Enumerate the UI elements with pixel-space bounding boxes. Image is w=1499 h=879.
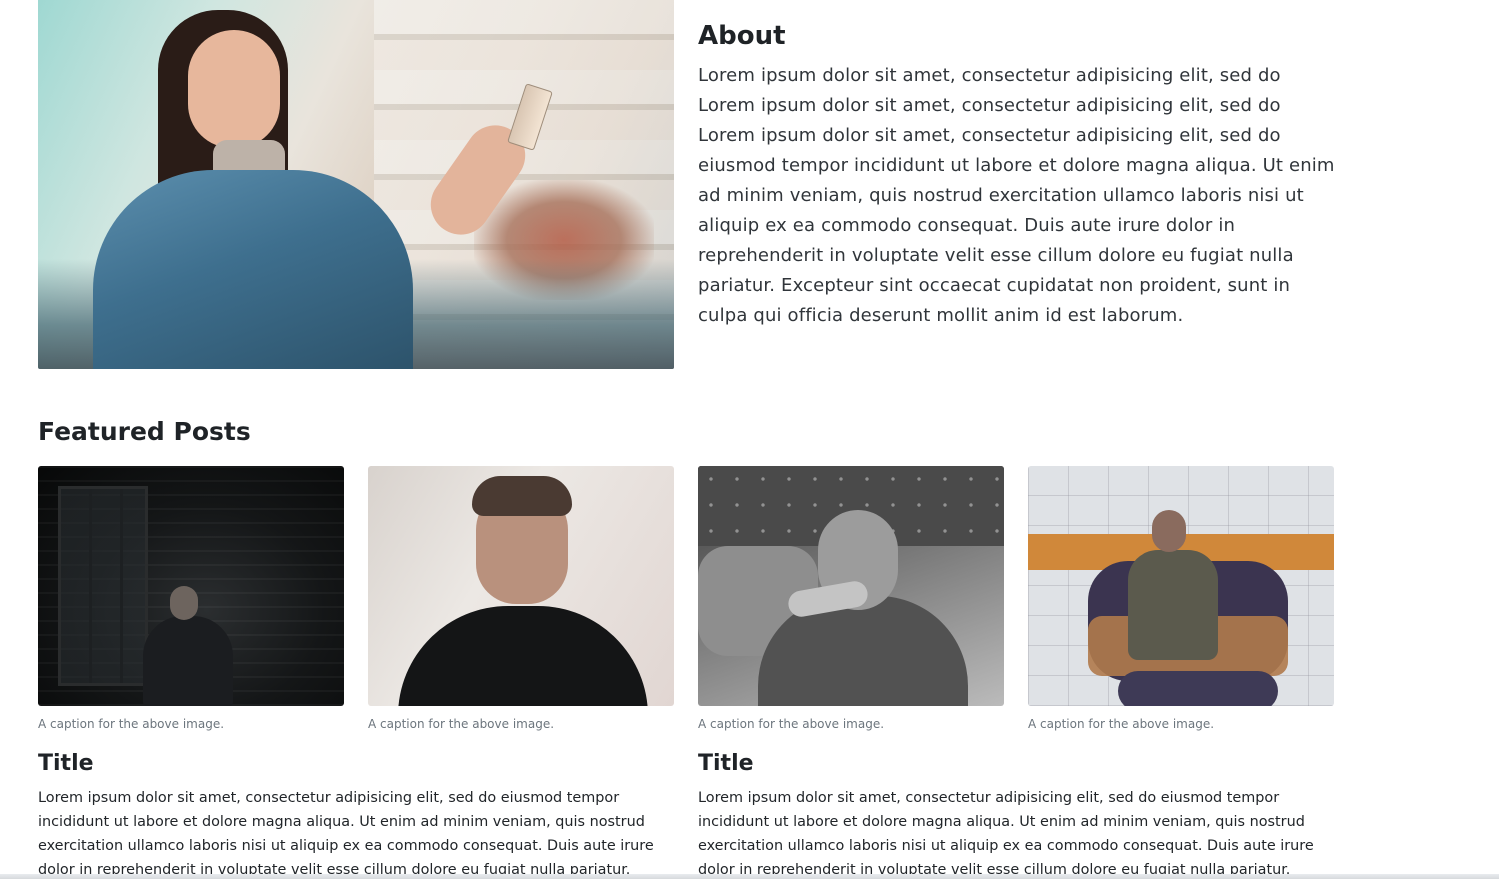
featured-posts-heading: Featured Posts — [38, 417, 251, 446]
hero-person-face — [188, 30, 280, 148]
ottoman — [1118, 671, 1278, 706]
featured-image-3[interactable] — [698, 466, 1004, 706]
featured-post-1[interactable]: A caption for the above image. — [38, 466, 344, 732]
about-paragraph: Lorem ipsum dolor sit amet, consectetur … — [698, 65, 1335, 326]
featured-post-3[interactable]: A caption for the above image. — [698, 466, 1004, 732]
featured-caption-4: A caption for the above image. — [1028, 717, 1215, 731]
person-head — [1152, 510, 1186, 552]
person-body — [398, 606, 648, 706]
person-head — [170, 586, 198, 620]
person-body — [1128, 550, 1218, 660]
featured-image-1[interactable] — [38, 466, 344, 706]
featured-post-4[interactable]: A caption for the above image. — [1028, 466, 1334, 732]
featured-caption-3: A caption for the above image. — [698, 717, 885, 731]
about-heading: About — [698, 21, 786, 51]
person-hair — [472, 476, 572, 516]
featured-image-4[interactable] — [1028, 466, 1334, 706]
featured-post-2[interactable]: A caption for the above image. — [368, 466, 674, 732]
post-1-body: Lorem ipsum dolor sit amet, consectetur … — [38, 790, 654, 878]
post-2-title[interactable]: Title — [698, 750, 754, 778]
page: About Lorem ipsum dolor sit amet, consec… — [0, 0, 1499, 879]
viewport-bottom-edge — [0, 874, 1499, 879]
featured-caption-2: A caption for the above image. — [368, 717, 555, 731]
featured-image-2[interactable] — [368, 466, 674, 706]
hero-person-denim-jacket — [93, 170, 413, 369]
post-2-body: Lorem ipsum dolor sit amet, consectetur … — [698, 790, 1314, 878]
featured-caption-1: A caption for the above image. — [38, 717, 225, 731]
about-hero-image — [38, 0, 674, 369]
post-1-title[interactable]: Title — [38, 750, 94, 778]
person-body — [143, 616, 233, 706]
window-frame — [58, 486, 148, 686]
